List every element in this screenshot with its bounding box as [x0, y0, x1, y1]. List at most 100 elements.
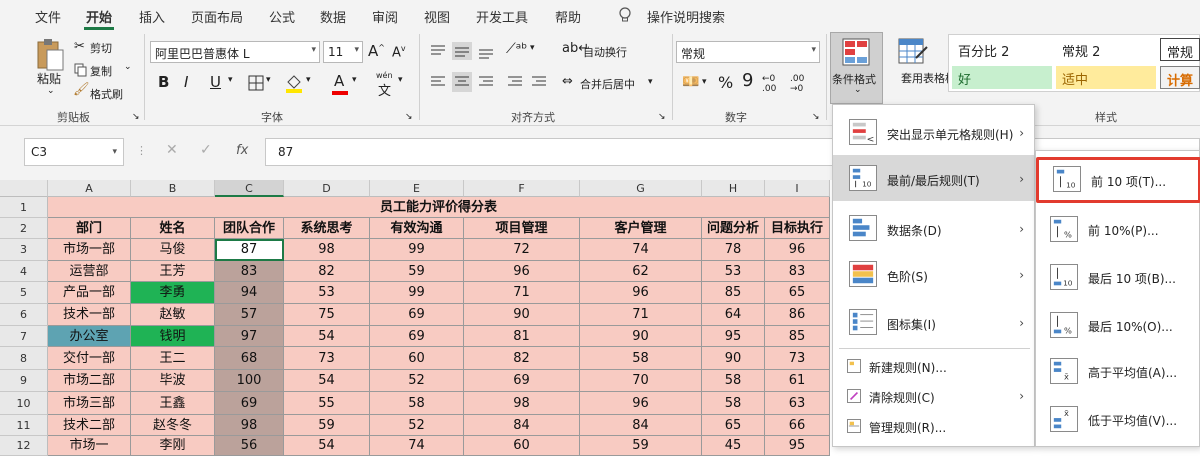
table-cell[interactable]: 90: [580, 326, 702, 347]
shrink-font-button[interactable]: Av: [392, 44, 406, 60]
table-cell[interactable]: 交付一部: [48, 347, 131, 370]
style-normal-2[interactable]: 常规 2: [1056, 38, 1156, 61]
submenu-item-bottom-10[interactable]: 10 最后 10 项(B)...: [1036, 255, 1200, 301]
font-color-dropdown-icon[interactable]: ▾: [352, 75, 357, 85]
menu-item-highlight-rules[interactable]: < 突出显示单元格规则(H) ›: [833, 109, 1034, 155]
table-cell[interactable]: 赵敏: [131, 304, 215, 326]
submenu-item-below-average[interactable]: x̄ 低于平均值(V)...: [1036, 397, 1200, 443]
table-cell[interactable]: 58: [702, 370, 765, 392]
wrap-text-button[interactable]: 自动换行: [583, 44, 627, 60]
table-cell[interactable]: 59: [370, 261, 464, 282]
paste-dropdown-icon[interactable]: ⌄: [47, 86, 55, 96]
table-cell[interactable]: 62: [580, 261, 702, 282]
italic-button[interactable]: I: [184, 73, 188, 91]
column-title-cell[interactable]: 姓名: [131, 218, 215, 239]
menu-item-color-scales[interactable]: 色阶(S) ›: [833, 251, 1034, 297]
table-cell[interactable]: 办公室: [48, 326, 131, 347]
tab-page-layout[interactable]: 页面布局: [191, 7, 243, 26]
row-header[interactable]: 7: [0, 326, 48, 347]
table-cell[interactable]: 45: [702, 436, 765, 456]
table-cell[interactable]: 市场三部: [48, 392, 131, 415]
name-box[interactable]: C3 ▾: [24, 138, 124, 166]
table-cell[interactable]: 99: [370, 282, 464, 304]
table-cell[interactable]: 99: [370, 239, 464, 261]
style-good[interactable]: 好: [952, 66, 1052, 89]
table-cell[interactable]: 98: [284, 239, 370, 261]
decrease-decimal-icon[interactable]: .00 →0: [790, 74, 804, 94]
table-cell[interactable]: 78: [702, 239, 765, 261]
column-header-i[interactable]: I: [765, 180, 830, 197]
table-cell[interactable]: 马俊: [131, 239, 215, 261]
table-cell[interactable]: 98: [464, 392, 580, 415]
table-cell[interactable]: 86: [765, 304, 830, 326]
phonetic-dropdown-icon[interactable]: ▾: [398, 75, 403, 85]
table-cell[interactable]: 63: [765, 392, 830, 415]
active-cell[interactable]: 87: [215, 239, 284, 261]
table-cell[interactable]: 69: [370, 326, 464, 347]
submenu-item-top-10-percent[interactable]: % 前 10%(P)...: [1036, 207, 1200, 253]
insert-function-button[interactable]: fx: [236, 143, 248, 158]
table-cell[interactable]: 技术二部: [48, 415, 131, 436]
comma-icon[interactable]: 9: [742, 70, 753, 91]
table-cell[interactable]: 60: [370, 347, 464, 370]
table-cell[interactable]: 57: [215, 304, 284, 326]
style-calculation[interactable]: 计算: [1160, 66, 1200, 89]
dialog-launcher-icon[interactable]: ↘: [405, 112, 413, 122]
horizontal-align-icons[interactable]: [428, 72, 552, 92]
percent-icon[interactable]: %: [718, 73, 733, 92]
table-cell[interactable]: 王二: [131, 347, 215, 370]
menu-item-clear-rules[interactable]: 清除规则(C) ›: [833, 381, 1034, 411]
submenu-item-bottom-10-percent[interactable]: % 最后 10%(O)...: [1036, 303, 1200, 349]
row-header[interactable]: 6: [0, 304, 48, 326]
table-cell[interactable]: 73: [765, 347, 830, 370]
dialog-launcher-icon[interactable]: ↘: [812, 112, 820, 122]
table-cell[interactable]: 73: [284, 347, 370, 370]
merge-dropdown-icon[interactable]: ▾: [648, 77, 653, 87]
table-cell[interactable]: 65: [765, 282, 830, 304]
table-cell[interactable]: 82: [284, 261, 370, 282]
column-header-a[interactable]: A: [48, 180, 131, 197]
table-cell[interactable]: 58: [370, 392, 464, 415]
table-cell[interactable]: 60: [464, 436, 580, 456]
table-cell[interactable]: 王芳: [131, 261, 215, 282]
tab-file[interactable]: 文件: [35, 7, 61, 26]
borders-icon[interactable]: [247, 74, 265, 92]
row-header[interactable]: 10: [0, 392, 48, 415]
column-title-cell[interactable]: 团队合作: [215, 218, 284, 239]
table-cell[interactable]: 96: [580, 282, 702, 304]
currency-dropdown-icon[interactable]: ▾: [702, 77, 707, 87]
table-cell[interactable]: 53: [284, 282, 370, 304]
table-cell[interactable]: 54: [284, 326, 370, 347]
submenu-item-above-average[interactable]: x̄ 高于平均值(A)...: [1036, 349, 1200, 395]
table-cell[interactable]: 52: [370, 415, 464, 436]
orientation-icon[interactable]: ⟋ᵃᵇ: [506, 41, 527, 57]
column-title-cell[interactable]: 部门: [48, 218, 131, 239]
style-neutral[interactable]: 适中: [1056, 66, 1156, 89]
tab-formulas[interactable]: 公式: [269, 7, 295, 26]
table-cell[interactable]: 84: [580, 415, 702, 436]
table-cell[interactable]: 96: [464, 261, 580, 282]
table-cell[interactable]: 71: [464, 282, 580, 304]
row-header[interactable]: 4: [0, 261, 48, 282]
table-cell[interactable]: 90: [702, 347, 765, 370]
table-cell[interactable]: 市场一: [48, 436, 131, 456]
font-name-dropdown[interactable]: 阿里巴巴普惠体 L ▾: [150, 41, 320, 63]
table-cell[interactable]: 赵冬冬: [131, 415, 215, 436]
table-cell[interactable]: 李勇: [131, 282, 215, 304]
table-cell[interactable]: 96: [765, 239, 830, 261]
style-percent-2[interactable]: 百分比 2: [952, 38, 1052, 61]
table-cell[interactable]: 毕波: [131, 370, 215, 392]
borders-dropdown-icon[interactable]: ▾: [266, 75, 271, 85]
paste-icon[interactable]: [35, 38, 65, 72]
table-cell[interactable]: 85: [702, 282, 765, 304]
table-cell[interactable]: 96: [580, 392, 702, 415]
table-cell[interactable]: 市场一部: [48, 239, 131, 261]
submenu-item-top-10[interactable]: 10 前 10 项(T)...: [1036, 157, 1200, 203]
column-title-cell[interactable]: 项目管理: [464, 218, 580, 239]
number-format-dropdown[interactable]: 常规 ▾: [676, 41, 820, 63]
format-painter-button[interactable]: 格式刷: [90, 86, 123, 102]
table-cell[interactable]: 52: [370, 370, 464, 392]
table-cell[interactable]: 66: [765, 415, 830, 436]
table-cell[interactable]: 53: [702, 261, 765, 282]
table-cell[interactable]: 58: [702, 392, 765, 415]
